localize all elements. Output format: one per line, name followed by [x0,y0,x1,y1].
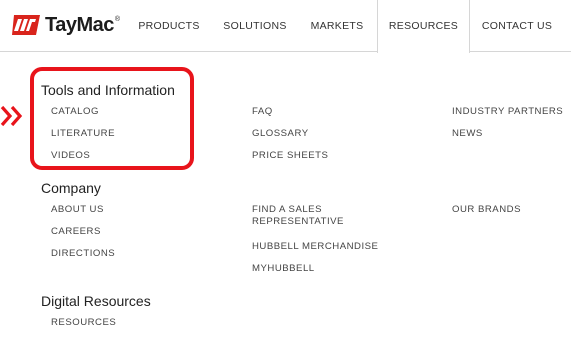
nav-markets[interactable]: MARKETS [302,0,372,52]
site-header: TayMac ® PRODUCTS SOLUTIONS MARKETS RESOU… [0,0,571,53]
link-careers[interactable]: CAREERS [51,226,101,238]
nav-resources-active[interactable]: RESOURCES [377,0,470,53]
section-title-company: Company [41,180,101,196]
nav-solutions[interactable]: SOLUTIONS [215,0,295,52]
taymac-logo[interactable]: TayMac ® [12,12,120,38]
logo-registered-mark: ® [114,15,121,23]
link-our-brands[interactable]: OUR BRANDS [452,204,521,216]
link-find-sales-rep[interactable]: FIND A SALES REPRESENTATIVE [252,204,344,228]
link-find-sales-rep-line2: REPRESENTATIVE [252,216,344,227]
link-news[interactable]: NEWS [452,128,483,140]
section-title-digital-resources: Digital Resources [41,293,151,309]
link-videos[interactable]: VIDEOS [51,150,90,162]
link-glossary[interactable]: GLOSSARY [252,128,309,140]
logo-wordmark: TayMac [45,13,114,36]
link-literature[interactable]: LITERATURE [51,128,115,140]
link-catalog[interactable]: CATALOG [51,106,99,118]
link-resources[interactable]: RESOURCES [51,317,116,329]
nav-products[interactable]: PRODUCTS [131,0,207,52]
link-hubbell-merchandise[interactable]: HUBBELL MERCHANDISE [252,241,378,253]
link-find-sales-rep-line1: FIND A SALES [252,204,322,215]
section-title-tools: Tools and Information [41,82,175,98]
nav-contact-us[interactable]: CONTACT US [470,0,564,52]
link-about-us[interactable]: ABOUT US [51,204,104,216]
link-myhubbell[interactable]: MYHUBBELL [252,263,315,275]
link-directions[interactable]: DIRECTIONS [51,248,115,260]
link-price-sheets[interactable]: PRICE SHEETS [252,150,328,162]
link-industry-partners[interactable]: INDUSTRY PARTNERS [452,106,563,118]
link-faq[interactable]: FAQ [252,106,273,118]
taymac-flag-logo-icon [12,15,40,35]
